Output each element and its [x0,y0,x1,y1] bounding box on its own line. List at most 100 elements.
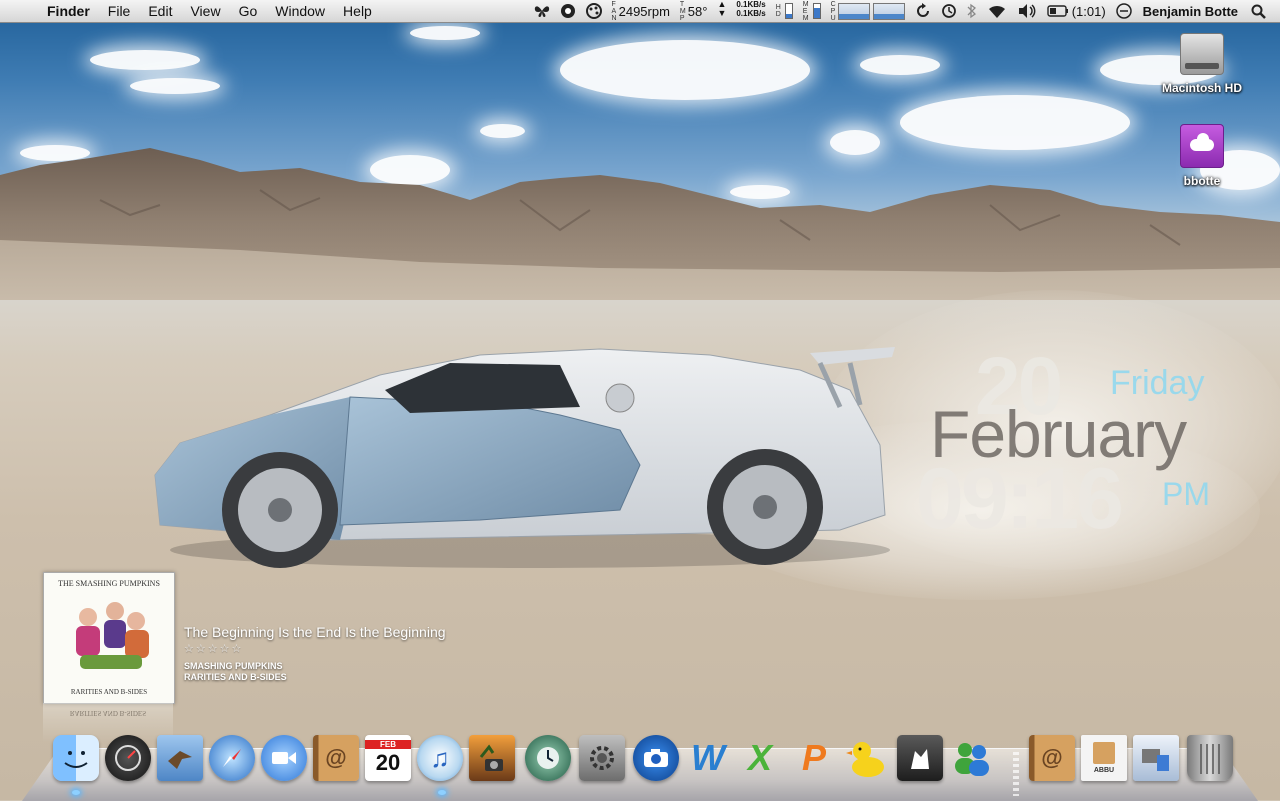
abbu-document-icon: ABBU [1081,735,1127,781]
fan-speed-indicator[interactable]: FAN 2495rpm [612,0,670,22]
now-playing-album: RARITIES AND B-SIDES [184,672,287,682]
desktop-icon-label: bbotte [1183,174,1221,188]
dock-dashboard[interactable] [104,734,152,782]
messenger-buddies-icon [949,735,995,781]
time-machine-icon[interactable] [941,0,957,22]
disk-activity-meter[interactable]: HD [776,0,793,22]
dock-trash[interactable] [1186,734,1234,782]
ichat-video-icon [261,735,307,781]
dock-cyberduck[interactable] [842,734,890,782]
memory-meter[interactable]: MEM [803,0,821,22]
dock-itunes[interactable]: ♫ [416,734,464,782]
spotlight-icon[interactable] [1251,0,1266,22]
dock-ical[interactable]: FEB 20 [364,734,412,782]
gear-icon [579,735,625,781]
dock-abbu[interactable]: ABBU [1080,734,1128,782]
trash-icon [1187,735,1233,781]
album-art-title: RARITIES AND B-SIDES [70,688,148,696]
battery-icon [1046,5,1068,17]
dock-divider [1013,752,1019,796]
net-upload: 0.1KB/s [736,0,766,9]
dock-system-preferences[interactable] [578,734,626,782]
album-art-photo [76,602,149,669]
menu-file[interactable]: File [99,0,140,22]
ical-icon: FEB 20 [365,735,411,781]
updown-arrows-icon: ▲ ▼ [717,0,727,18]
album-artwork[interactable]: THE SMASHING PUMPKINS RARITIES AND B-SID… [43,572,175,704]
now-playing-title[interactable]: The Beginning Is the End Is the Beginnin… [184,624,446,640]
idisk-icon [1180,124,1224,168]
running-indicator [72,790,80,795]
running-indicator [438,790,446,795]
color-wheel-icon[interactable] [585,0,602,22]
cpu-meter[interactable]: CPU [831,0,905,22]
clock-ampm: PM [1162,476,1210,512]
rating-stars[interactable]: ☆☆☆☆☆ [184,642,243,655]
dashboard-icon [105,735,151,781]
menu-help[interactable]: Help [334,0,381,22]
safari-compass-icon [209,735,255,781]
iphoto-icon [469,735,515,781]
temp-label: TMP [679,0,686,22]
volume-icon[interactable] [1017,0,1037,22]
excel-icon: X [747,737,772,778]
dock-powerpoint[interactable]: P [790,734,838,782]
hawk-stamp-icon [157,735,203,781]
fan-label: FAN [611,0,617,22]
dock-messenger[interactable] [948,734,996,782]
wifi-icon[interactable] [987,0,1007,22]
menu-view[interactable]: View [181,0,229,22]
dock-excel[interactable]: X [736,734,784,782]
temperature-indicator[interactable]: TMP 58° [680,0,708,22]
duck-icon [843,735,889,781]
menu-edit[interactable]: Edit [139,0,181,22]
menu-bar: Finder File Edit View Go Window Help FAN… [0,0,1280,23]
dock-kismac[interactable] [896,734,944,782]
status-menus: FAN 2495rpm TMP 58° ▲ ▼ 0.1KB/s 0.1KB/s H… [529,0,1280,22]
network-throughput[interactable]: 0.1KB/s 0.1KB/s [736,0,765,22]
desktop-icon-macintosh-hd[interactable]: Macintosh HD [1152,33,1252,95]
dock-time-machine[interactable] [524,734,572,782]
dock-address-book[interactable]: @ [312,734,360,782]
documents-stack-icon [1133,735,1179,781]
ical-month: FEB [365,739,411,749]
itunes-icon: ♫ [417,735,463,781]
dock-word[interactable]: W [684,734,732,782]
dock-safari[interactable] [208,734,256,782]
menu-go[interactable]: Go [230,0,267,22]
clock-time: 09:16 [916,451,1124,547]
ical-day: 20 [375,749,401,775]
sync-icon[interactable] [915,0,931,22]
address-book-doc-icon: @ [1029,735,1075,781]
menu-window[interactable]: Window [266,0,334,22]
car-image [154,347,895,568]
net-download: 0.1KB/s [736,9,766,18]
dock-mail-hawk[interactable] [156,734,204,782]
now-playing-artist: SMASHING PUMPKINS [184,661,283,671]
clock-widget: 20 Friday February 09:16 PM [900,340,1230,550]
dock-iphoto[interactable] [468,734,516,782]
dock-ichat[interactable] [260,734,308,782]
dock-photo-booth[interactable] [632,734,680,782]
dock-finder[interactable] [52,734,100,782]
menu-finder[interactable]: Finder [38,0,99,22]
fast-user-switch-icon[interactable] [1115,0,1132,22]
powerpoint-icon: P [801,737,826,778]
cpu-graph-1 [837,2,870,20]
mountain-range [0,148,1280,300]
fan-speed-value: 2495rpm [618,3,670,19]
desktop-icon-label: Macintosh HD [1161,81,1242,95]
desktop-icon-bbotte[interactable]: bbotte [1152,124,1252,188]
battery-time: (1:01) [1071,3,1106,19]
bluetooth-icon[interactable] [967,0,977,22]
growl-icon[interactable] [560,0,576,22]
finder-icon [53,735,99,781]
user-name-menu[interactable]: Benjamin Botte [1143,4,1238,19]
album-art-band: THE SMASHING PUMPKINS [58,579,160,588]
word-icon: W [691,737,725,778]
dock-documents-stack[interactable] [1132,734,1180,782]
butterfly-icon[interactable] [534,0,550,22]
dock-address-book-folder[interactable]: @ [1028,734,1076,782]
camera-icon [633,735,679,781]
battery-indicator[interactable]: (1:01) [1046,0,1106,22]
